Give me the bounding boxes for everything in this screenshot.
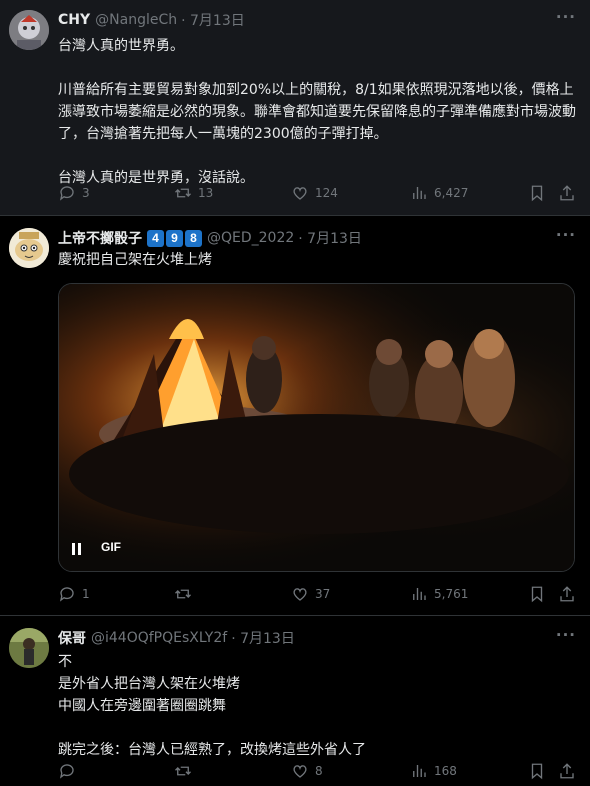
share-icon xyxy=(560,185,574,201)
more-options-icon[interactable]: ··· xyxy=(556,226,576,244)
views-button[interactable]: 168 xyxy=(410,762,457,780)
tweet-text-content: 台灣人真的世界勇。 川普給所有主要貿易對象加到20%以上的關稅，8/1如果依照現… xyxy=(58,38,576,186)
view-count: 168 xyxy=(434,764,457,778)
action-bar: 1 37 5,761 xyxy=(58,585,578,605)
more-options-icon[interactable]: ··· xyxy=(556,626,576,644)
retweet-icon xyxy=(175,188,191,198)
avatar[interactable] xyxy=(9,628,49,668)
tweet-header: 上帝不擲骰子 4 9 8 @QED_2022 · 7月13日 xyxy=(58,228,362,248)
view-count: 6,427 xyxy=(434,186,469,200)
avatar-image xyxy=(9,228,49,268)
avatar-image xyxy=(9,10,49,50)
tweet-3[interactable]: 保哥 @i44OQfPQEsXLY2f · 7月13日 ··· 不 是外省人把台… xyxy=(0,615,590,786)
bookmark-button[interactable] xyxy=(528,184,546,202)
heart-icon xyxy=(293,765,307,778)
bookmark-icon xyxy=(531,763,543,780)
avatar[interactable] xyxy=(9,10,49,50)
gif-label: GIF xyxy=(101,540,121,554)
tweet-text: 不 是外省人把台灣人架在火堆烤 中國人在旁邊圍著圈圈跳舞 跳完之後：台灣人已經熟… xyxy=(58,651,578,761)
tweet-text-content: 不 是外省人把台灣人架在火堆烤 中國人在旁邊圍著圈圈跳舞 跳完之後：台灣人已經熟… xyxy=(58,654,366,758)
share-button[interactable] xyxy=(558,184,576,202)
timestamp[interactable]: · 7月13日 xyxy=(231,628,295,648)
display-name[interactable]: 上帝不擲骰子 xyxy=(58,228,142,248)
display-name[interactable]: 保哥 xyxy=(58,628,86,648)
share-button[interactable] xyxy=(558,585,576,603)
reply-button[interactable] xyxy=(58,762,82,780)
heart-icon xyxy=(293,187,307,200)
retweet-button[interactable] xyxy=(174,585,198,603)
tweet-text: 台灣人真的世界勇。 川普給所有主要貿易對象加到20%以上的關稅，8/1如果依照現… xyxy=(58,35,578,189)
tweet-1[interactable]: CHY @NangleCh · 7月13日 ··· 台灣人真的世界勇。 川普給所… xyxy=(0,0,590,215)
pause-icon[interactable] xyxy=(71,541,83,557)
retweet-button[interactable] xyxy=(174,762,198,780)
display-name[interactable]: CHY xyxy=(58,12,90,28)
like-count: 8 xyxy=(315,764,323,778)
share-icon xyxy=(560,586,574,602)
avatar-image xyxy=(9,628,49,668)
retweet-icon xyxy=(175,766,191,776)
reply-icon xyxy=(59,764,74,779)
gif-media[interactable]: GIF xyxy=(58,283,575,572)
handle[interactable]: @QED_2022 xyxy=(207,230,294,246)
bookmark-icon xyxy=(531,586,543,603)
timestamp[interactable]: · 7月13日 xyxy=(181,10,245,30)
name-badge: 9 xyxy=(166,229,183,247)
tweet-header: CHY @NangleCh · 7月13日 xyxy=(58,10,245,30)
views-button[interactable]: 5,761 xyxy=(410,585,468,603)
name-badge: 4 xyxy=(147,229,164,247)
tweet-header: 保哥 @i44OQfPQEsXLY2f · 7月13日 xyxy=(58,628,295,648)
campfire-gif-image xyxy=(59,284,574,571)
reply-count: 3 xyxy=(82,186,90,200)
like-button[interactable]: 8 xyxy=(291,762,323,780)
reply-count: 1 xyxy=(82,587,90,601)
views-button[interactable]: 6,427 xyxy=(410,184,468,202)
action-bar: 8 168 xyxy=(58,762,578,782)
handle[interactable]: @NangleCh xyxy=(95,12,177,28)
bookmark-button[interactable] xyxy=(528,585,546,603)
tweet-text: 慶祝把自己架在火堆上烤 xyxy=(58,249,578,271)
avatar[interactable] xyxy=(9,228,49,268)
more-options-icon[interactable]: ··· xyxy=(556,8,576,26)
reply-icon xyxy=(59,186,74,201)
share-icon xyxy=(560,763,574,779)
views-icon xyxy=(413,765,426,777)
handle[interactable]: @i44OQfPQEsXLY2f xyxy=(91,630,227,646)
views-icon xyxy=(413,187,426,199)
retweet-icon xyxy=(175,589,191,599)
retweet-button[interactable]: 13 xyxy=(174,184,213,202)
heart-icon xyxy=(293,588,307,601)
like-button[interactable]: 37 xyxy=(291,585,330,603)
reply-button[interactable]: 3 xyxy=(58,184,90,202)
tweet-2[interactable]: 上帝不擲骰子 4 9 8 @QED_2022 · 7月13日 ··· 慶祝把自己… xyxy=(0,215,590,615)
bookmark-icon xyxy=(531,185,543,202)
reply-button[interactable]: 1 xyxy=(58,585,90,603)
like-count: 37 xyxy=(315,587,331,601)
retweet-count: 13 xyxy=(198,186,214,200)
views-icon xyxy=(413,588,426,600)
share-button[interactable] xyxy=(558,762,576,780)
action-bar: 3 13 124 6,427 xyxy=(58,184,578,204)
view-count: 5,761 xyxy=(434,587,469,601)
like-count: 124 xyxy=(315,186,338,200)
reply-icon xyxy=(59,587,74,602)
tweet-text-content: 慶祝把自己架在火堆上烤 xyxy=(58,252,212,268)
name-badge: 8 xyxy=(185,229,202,247)
like-button[interactable]: 124 xyxy=(291,184,338,202)
timestamp[interactable]: · 7月13日 xyxy=(298,228,362,248)
bookmark-button[interactable] xyxy=(528,762,546,780)
